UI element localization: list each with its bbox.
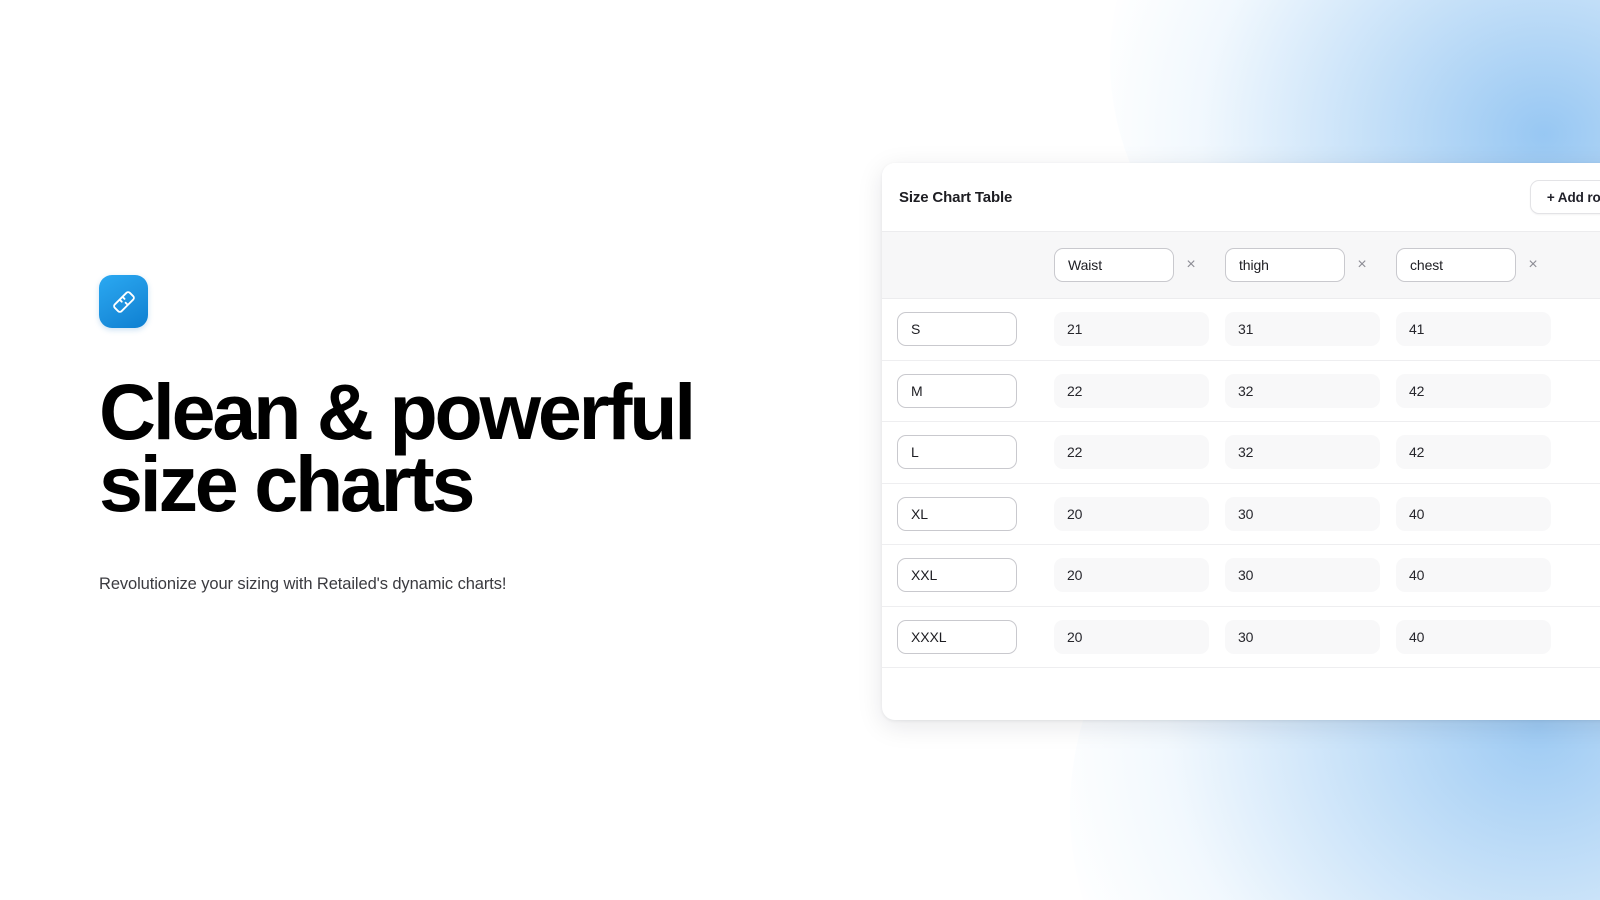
- panel-title: Size Chart Table: [899, 188, 1013, 206]
- table-row: XL 20 30 40: [882, 483, 1600, 545]
- size-input[interactable]: XL: [897, 496, 1017, 531]
- size-input[interactable]: XXL: [897, 558, 1017, 593]
- value-cell-thigh: 32: [1225, 435, 1396, 470]
- table-row: M 22 32 42: [882, 360, 1600, 422]
- value-cell-thigh: 31: [1225, 312, 1396, 347]
- column-header-waist: Waist ×: [1054, 248, 1225, 282]
- page-root: Clean & powerful size charts Revolutioni…: [0, 0, 1600, 900]
- size-cell: XXL: [882, 558, 1054, 593]
- value-input[interactable]: 21: [1054, 312, 1209, 347]
- remove-column-icon-thigh[interactable]: ×: [1347, 257, 1377, 273]
- size-cell: XL: [882, 496, 1054, 531]
- size-input[interactable]: S: [897, 312, 1017, 347]
- size-cell: S: [882, 312, 1054, 347]
- value-input[interactable]: 30: [1225, 496, 1380, 531]
- hero-subtitle: Revolutionize your sizing with Retailed'…: [99, 574, 507, 593]
- value-input[interactable]: 32: [1225, 373, 1380, 408]
- value-input[interactable]: 32: [1225, 435, 1380, 470]
- value-input[interactable]: 31: [1225, 312, 1380, 347]
- value-cell-waist: 22: [1054, 435, 1225, 470]
- value-input[interactable]: 40: [1396, 496, 1551, 531]
- value-cell-waist: 22: [1054, 373, 1225, 408]
- value-input[interactable]: 42: [1396, 435, 1551, 470]
- column-name-input-waist[interactable]: Waist: [1054, 248, 1174, 282]
- add-row-button[interactable]: + Add row: [1529, 180, 1600, 214]
- value-cell-chest: 40: [1396, 558, 1567, 593]
- value-input[interactable]: 40: [1396, 619, 1551, 654]
- remove-column-icon-chest[interactable]: ×: [1518, 257, 1548, 273]
- column-header-chest: chest ×: [1396, 248, 1567, 282]
- value-cell-waist: 21: [1054, 312, 1225, 347]
- value-cell-chest: 42: [1396, 435, 1567, 470]
- value-cell-thigh: 30: [1225, 496, 1396, 531]
- panel-header: Size Chart Table + Add row + Add: [882, 163, 1600, 231]
- value-input[interactable]: 20: [1054, 619, 1209, 654]
- table-row: S 21 31 41: [882, 299, 1600, 361]
- hero-section: Clean & powerful size charts Revolutioni…: [99, 275, 779, 597]
- table-row: XXL 20 30 40: [882, 545, 1600, 607]
- value-input[interactable]: 41: [1396, 312, 1551, 347]
- size-cell: M: [882, 373, 1054, 408]
- column-name-input-chest[interactable]: chest: [1396, 248, 1516, 282]
- value-input[interactable]: 22: [1054, 373, 1209, 408]
- table-row: L 22 32 42: [882, 422, 1600, 484]
- value-cell-chest: 41: [1396, 312, 1567, 347]
- value-cell-waist: 20: [1054, 619, 1225, 654]
- value-cell-thigh: 32: [1225, 373, 1396, 408]
- size-cell: XXXL: [882, 619, 1054, 654]
- value-input[interactable]: 40: [1396, 558, 1551, 593]
- page-title: Clean & powerful size charts: [99, 367, 696, 528]
- ruler-icon: [99, 275, 148, 328]
- size-input[interactable]: L: [897, 435, 1017, 470]
- size-chart-table: Waist × thigh × chest × S 21 31 41 M 22 …: [882, 231, 1600, 668]
- size-cell: L: [882, 435, 1054, 470]
- value-cell-thigh: 30: [1225, 619, 1396, 654]
- table-row: XXXL 20 30 40: [882, 606, 1600, 668]
- value-input[interactable]: 30: [1225, 619, 1380, 654]
- value-cell-waist: 20: [1054, 558, 1225, 593]
- value-cell-chest: 42: [1396, 373, 1567, 408]
- value-input[interactable]: 20: [1054, 496, 1209, 531]
- value-input[interactable]: 22: [1054, 435, 1209, 470]
- column-name-input-thigh[interactable]: thigh: [1225, 248, 1345, 282]
- column-header-thigh: thigh ×: [1225, 248, 1396, 282]
- table-header-row: Waist × thigh × chest ×: [882, 231, 1600, 299]
- size-chart-panel: Size Chart Table + Add row + Add Waist ×…: [882, 163, 1600, 720]
- value-cell-waist: 20: [1054, 496, 1225, 531]
- value-input[interactable]: 30: [1225, 558, 1380, 593]
- size-input[interactable]: XXXL: [897, 619, 1017, 654]
- value-cell-chest: 40: [1396, 619, 1567, 654]
- value-cell-chest: 40: [1396, 496, 1567, 531]
- value-input[interactable]: 20: [1054, 558, 1209, 593]
- remove-column-icon-waist[interactable]: ×: [1176, 257, 1206, 273]
- size-input[interactable]: M: [897, 373, 1017, 408]
- value-input[interactable]: 42: [1396, 373, 1551, 408]
- panel-header-actions: + Add row + Add: [1529, 180, 1600, 214]
- value-cell-thigh: 30: [1225, 558, 1396, 593]
